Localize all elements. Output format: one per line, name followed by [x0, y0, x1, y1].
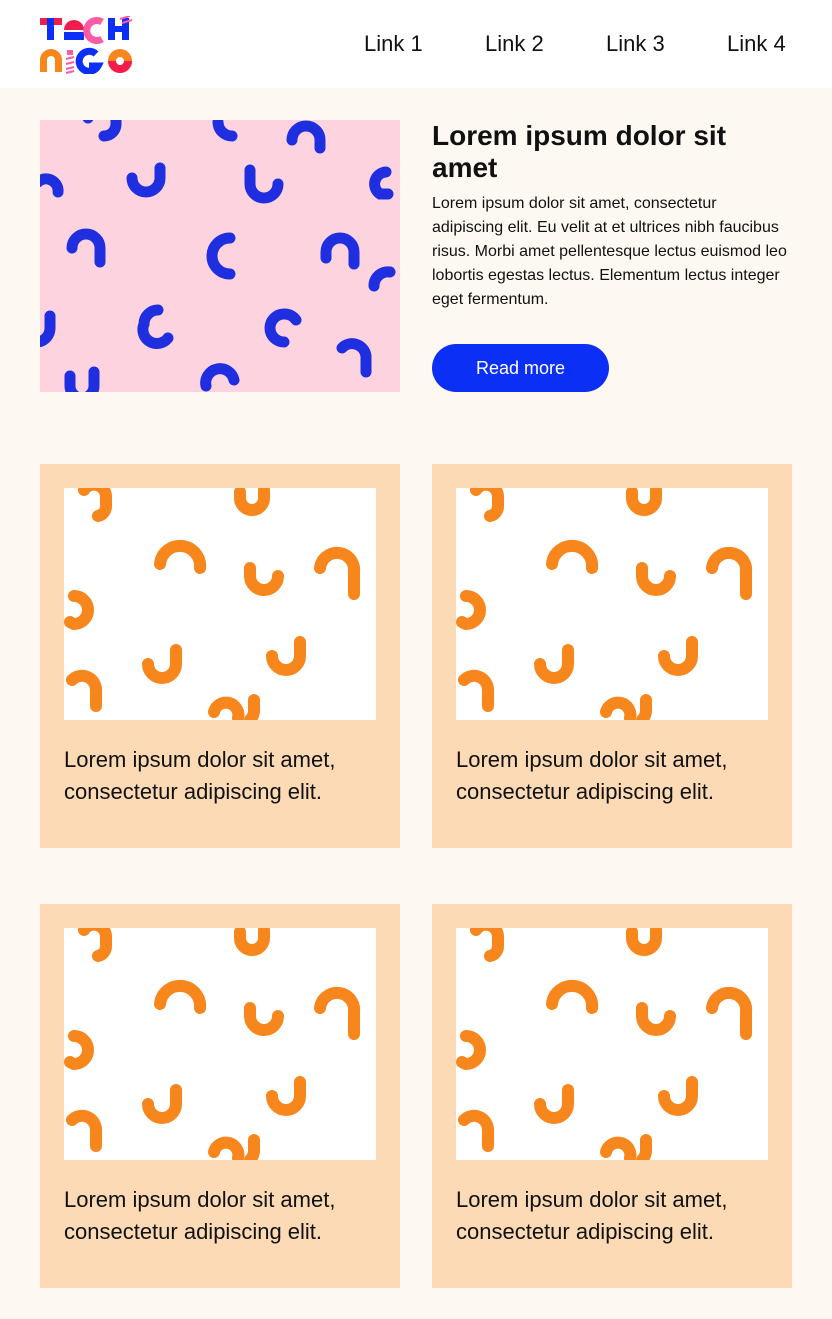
card-image: [64, 488, 376, 720]
blue-squiggle-pattern: [40, 120, 396, 392]
card-caption: Lorem ipsum dolor sit amet, consectetur …: [456, 1187, 728, 1244]
orange-squiggle-pattern: [456, 488, 753, 720]
card-caption: Lorem ipsum dolor sit amet, consectetur …: [64, 1187, 336, 1244]
card-image: [456, 928, 768, 1160]
orange-squiggle-pattern: [456, 928, 753, 1160]
card[interactable]: Lorem ipsum dolor sit amet, consectetur …: [40, 904, 400, 1288]
card-image: [456, 488, 768, 720]
orange-squiggle-pattern: [64, 488, 361, 720]
read-more-button[interactable]: Read more: [432, 344, 609, 392]
brand-logo-mark: [40, 15, 133, 75]
card[interactable]: Lorem ipsum dolor sit amet, consectetur …: [432, 904, 792, 1288]
nav-link-2[interactable]: Link 2: [485, 30, 544, 58]
orange-squiggle-pattern: [64, 928, 361, 1160]
brand-logo[interactable]: [40, 15, 134, 75]
nav-link-3[interactable]: Link 3: [606, 30, 665, 58]
nav-link-1[interactable]: Link 1: [364, 30, 423, 58]
card-caption: Lorem ipsum dolor sit amet, consectetur …: [456, 747, 728, 804]
site-header: Link 1 Link 2 Link 3 Link 4: [0, 0, 832, 88]
hero-title: Lorem ipsum dolor sit amet: [432, 120, 727, 183]
card[interactable]: Lorem ipsum dolor sit amet, consectetur …: [432, 464, 792, 848]
card-image: [64, 928, 376, 1160]
hero-image: [40, 120, 400, 392]
nav-link-4[interactable]: Link 4: [727, 30, 786, 58]
hero-description: Lorem ipsum dolor sit amet, consectetur …: [432, 195, 787, 308]
card[interactable]: Lorem ipsum dolor sit amet, consectetur …: [40, 464, 400, 848]
card-caption: Lorem ipsum dolor sit amet, consectetur …: [64, 747, 336, 804]
